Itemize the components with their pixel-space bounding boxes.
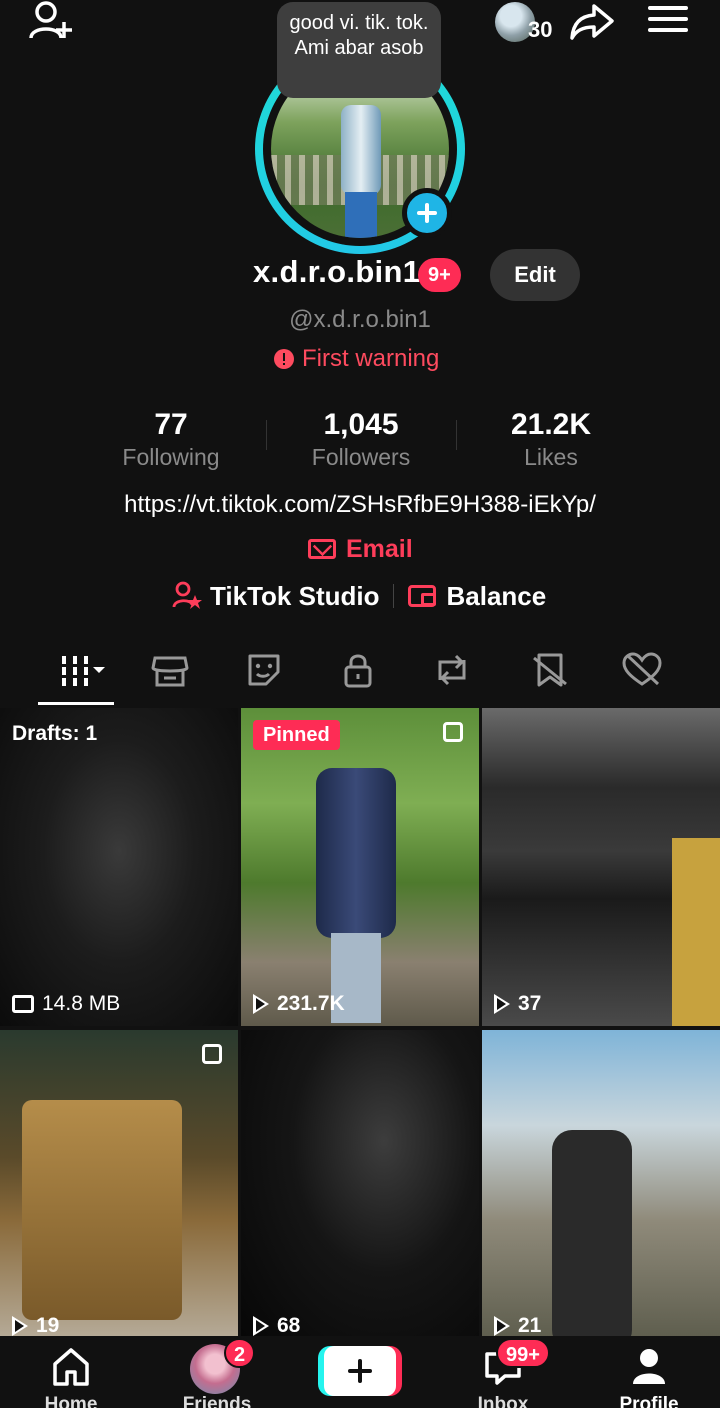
view-count: 19 [12, 1314, 59, 1338]
add-friend-icon[interactable] [28, 0, 76, 44]
friends-badge: 2 [224, 1338, 256, 1368]
create-button[interactable] [318, 1346, 402, 1396]
profile-handle: @x.d.r.o.bin1 [289, 306, 431, 333]
repost-icon [438, 654, 466, 686]
balance-label: Balance [446, 580, 547, 611]
stat-label: Following [122, 444, 220, 470]
alert-icon [274, 349, 294, 369]
tiktok-studio-button[interactable]: TikTok Studio [172, 578, 379, 614]
multi-photo-icon [443, 722, 463, 742]
thumbnail-object [22, 1100, 182, 1320]
wallet-icon [408, 585, 437, 607]
home-icon [53, 1348, 89, 1386]
play-icon [494, 994, 510, 1014]
nav-label: Friends [182, 1394, 252, 1408]
thumbnail-shape [672, 838, 720, 1026]
stat-following[interactable]: 77 Following [76, 406, 266, 476]
video-grid: Drafts: 1 14.8 MB Pinned 231.7K 37 19 68… [0, 708, 720, 1348]
play-icon [12, 1316, 28, 1336]
edit-profile-button[interactable]: Edit [490, 249, 580, 301]
view-count: 68 [253, 1314, 300, 1338]
video-thumbnail[interactable]: 21 [482, 1030, 720, 1348]
email-label: Email [346, 534, 413, 563]
tab-reposts[interactable] [426, 646, 478, 694]
storage-icon [12, 995, 34, 1013]
video-thumbnail[interactable]: 37 [482, 708, 720, 1026]
active-tab-indicator [38, 702, 114, 705]
pinned-badge: Pinned [253, 720, 340, 750]
stat-value: 21.2K [510, 408, 592, 441]
plus-icon [324, 1346, 396, 1396]
view-count: 21 [494, 1314, 541, 1338]
menu-icon[interactable] [648, 6, 688, 38]
warning-link[interactable]: First warning [274, 344, 439, 374]
warning-label: First warning [302, 345, 440, 372]
play-icon [494, 1316, 510, 1336]
tab-shop[interactable] [144, 646, 196, 694]
profile-username: x.d.r.o.bin1 [253, 254, 421, 289]
tab-stickers[interactable] [238, 646, 290, 694]
tab-videos[interactable] [50, 646, 114, 694]
stat-value: 1,045 [323, 408, 399, 441]
drafts-label: Drafts: 1 [12, 722, 98, 745]
divider [393, 584, 395, 608]
thumbnail-figure [316, 768, 396, 938]
view-count: 231.7K [253, 992, 345, 1016]
stat-likes[interactable]: 21.2K Likes [456, 406, 646, 476]
nav-label: Home [44, 1394, 98, 1408]
email-button[interactable]: Email [308, 533, 413, 565]
bio-link[interactable]: https://vt.tiktok.com/ZSHsRfbE9H388-iEkY… [0, 491, 720, 519]
creator-actions: TikTok Studio Balance [172, 578, 546, 614]
profile-icon [633, 1349, 665, 1384]
profile-stats: 77 Following 1,045 Followers 21.2K Likes [76, 406, 646, 476]
studio-icon [172, 581, 202, 609]
bottom-nav: Home Friends 2 Inbox 99+ Profile [0, 1336, 720, 1408]
liked-icon [622, 652, 662, 686]
nav-label: Inbox [477, 1394, 529, 1408]
shop-icon [151, 656, 189, 687]
tab-favorites[interactable] [524, 646, 576, 694]
view-count: 37 [494, 992, 541, 1016]
studio-label: TikTok Studio [210, 580, 380, 611]
coin-count: 30 [528, 17, 553, 42]
note-bubble[interactable]: good vi. tik. tok. Ami abar asob [277, 2, 441, 98]
add-story-button[interactable] [402, 188, 452, 238]
stat-value: 77 [154, 408, 188, 441]
email-icon [308, 539, 336, 559]
sticker-icon [248, 654, 280, 686]
balance-button[interactable]: Balance [408, 578, 546, 614]
stat-followers[interactable]: 1,045 Followers [266, 406, 456, 476]
lock-icon [344, 654, 372, 688]
play-icon [253, 994, 269, 1014]
drafts-size-value: 14.8 MB [42, 992, 121, 1015]
video-thumbnail[interactable]: Pinned 231.7K [241, 708, 479, 1026]
stat-label: Likes [524, 444, 578, 470]
thumbnail-figure [552, 1130, 632, 1348]
videos-icon [62, 656, 105, 686]
drafts-size: 14.8 MB [12, 992, 120, 1016]
drafts-tile[interactable]: Drafts: 1 14.8 MB [0, 708, 238, 1026]
play-icon [253, 1316, 269, 1336]
content-tabs [0, 646, 720, 704]
nav-profile[interactable]: Profile [594, 1336, 704, 1408]
tab-liked[interactable] [616, 646, 668, 694]
notification-badge[interactable]: 9+ [418, 258, 461, 292]
favorites-icon [533, 653, 567, 687]
video-thumbnail[interactable]: 68 [241, 1030, 479, 1348]
nav-label: Profile [619, 1394, 679, 1408]
video-thumbnail[interactable]: 19 [0, 1030, 238, 1348]
nav-home[interactable]: Home [16, 1336, 126, 1408]
tab-private[interactable] [332, 646, 384, 694]
stat-label: Followers [311, 444, 411, 470]
multi-photo-icon [202, 1044, 222, 1064]
inbox-badge: 99+ [496, 1338, 550, 1368]
share-icon[interactable] [568, 0, 616, 44]
